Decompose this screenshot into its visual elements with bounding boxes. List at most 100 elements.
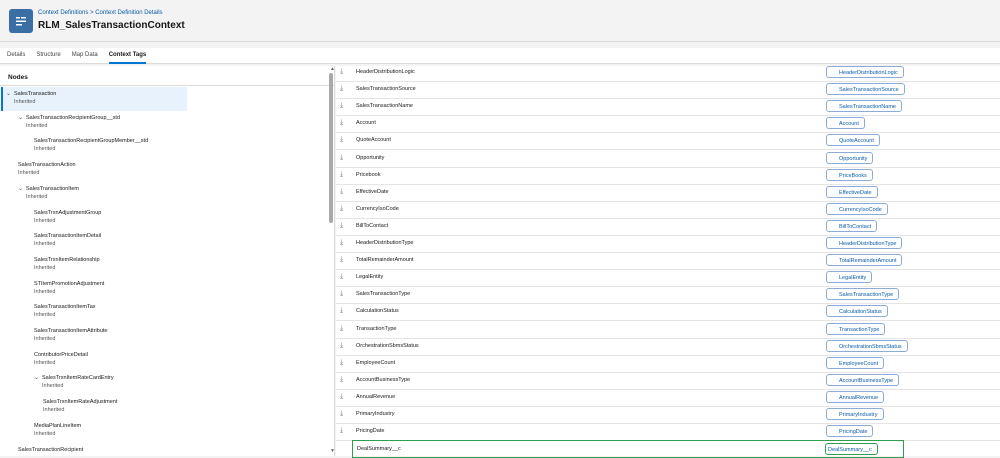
tree-node[interactable]: SalesTransactionRecipientGroupMember__st…	[34, 137, 148, 153]
tree-node[interactable]: ⌄ SalesTransactionItem Inherited	[18, 185, 79, 201]
context-tag-input[interactable]: PrimaryIndustry	[826, 408, 884, 420]
tag-row[interactable]: ⤓ OrchestrationSbmsStatus OrchestrationSbm…	[336, 338, 1000, 356]
context-tag-input[interactable]: OrchestrationSbmsStatus	[826, 339, 908, 352]
tree-node-sub: Inherited	[34, 264, 56, 271]
tree-node[interactable]: SalesTransactionRecipient	[18, 446, 83, 454]
context-tag-input[interactable]: HeaderDistributionType	[826, 237, 903, 249]
tag-row[interactable]: ⤓ CurrencyIsoCode CurrencyIsoCode	[336, 201, 1000, 219]
tree-node[interactable]: SalesTransactionAction Inherited	[18, 161, 76, 177]
tag-row[interactable]: ⤓ SalesTransactionSource SalesTransactionS…	[336, 81, 1000, 100]
context-tag-input[interactable]: DealSummary__c	[825, 443, 878, 456]
chevron-down-icon[interactable]: ⌄	[6, 90, 14, 98]
drag-handle-icon[interactable]: ⤓	[340, 307, 343, 315]
drag-handle-icon[interactable]: ⤓	[340, 410, 343, 418]
tag-row[interactable]: ⤓ AccountBusinessType AccountBusinessType	[336, 372, 1000, 390]
tag-row[interactable]: DealSummary__c DealSummary__c	[352, 440, 904, 458]
nodes-scrollbar-thumb[interactable]	[329, 73, 333, 223]
tag-row[interactable]: ⤓ Opportunity Opportunity	[336, 150, 1000, 168]
context-tag-input[interactable]: Account	[826, 117, 865, 130]
tag-row[interactable]: ⤓ Account Account	[336, 115, 1000, 134]
tree-node[interactable]: ⌄ SalesTransaction Inherited	[6, 90, 56, 106]
tree-node[interactable]: MediaPlanLineItem Inherited	[34, 422, 81, 438]
drag-handle-icon[interactable]: ⤓	[340, 239, 343, 247]
tab-map-data[interactable]: Map Data	[72, 48, 98, 64]
drag-handle-icon[interactable]: ⤓	[340, 171, 343, 179]
context-tag-input[interactable]: Opportunity	[826, 151, 874, 164]
context-tag-input[interactable]: SalesTransactionName	[826, 100, 902, 113]
tag-row[interactable]: ⤓ Pricebook PriceBooks	[336, 167, 1000, 185]
tab-details[interactable]: Details	[7, 48, 25, 64]
drag-handle-icon[interactable]: ⤓	[340, 290, 343, 298]
context-tag-input[interactable]: LegalEntity	[826, 271, 873, 284]
drag-handle-icon[interactable]: ⤓	[340, 85, 343, 93]
tree-node[interactable]: SalesTrxnAdjustmentGroup Inherited	[34, 209, 101, 225]
drag-handle-icon[interactable]: ⤓	[340, 222, 343, 230]
tag-row[interactable]: ⤓ SalesTransactionType SalesTransactionTyp…	[336, 286, 1000, 305]
tree-node[interactable]: ⌄ SalesTrxnItemRateCardEntry Inherited	[34, 374, 114, 390]
tag-row[interactable]: ⤓ PrimaryIndustry PrimaryIndustry	[336, 406, 1000, 424]
tree-node[interactable]: SalesTrxnItemRateAdjustment Inherited	[43, 398, 117, 414]
chevron-down-icon[interactable]: ⌄	[18, 185, 26, 193]
tag-row[interactable]: ⤓ HeaderDistributionLogic HeaderDistributi…	[336, 64, 1000, 82]
tree-node[interactable]: SalesTransactionItemDetail Inherited	[34, 232, 101, 248]
context-tag-input[interactable]: TotalRemainderAmount	[826, 254, 903, 267]
context-tag-input[interactable]: PricingDate	[826, 425, 874, 438]
context-tag-input[interactable]: PriceBooks	[826, 168, 873, 181]
tag-row[interactable]: ⤓ TotalRemainderAmount TotalRemainderAmoun…	[336, 252, 1000, 271]
breadcrumb[interactable]: Context Definitions > Context Definition…	[38, 10, 163, 16]
tag-row[interactable]: ⤓ PricingDate PricingDate	[336, 423, 1000, 442]
drag-handle-icon[interactable]: ⤓	[340, 359, 343, 367]
drag-handle-icon[interactable]: ⤓	[340, 154, 343, 162]
drag-handle-icon[interactable]: ⤓	[340, 325, 343, 333]
drag-handle-icon[interactable]: ⤓	[340, 256, 343, 264]
tag-row[interactable]: ⤓ CalculationStatus CalculationStatus	[336, 303, 1000, 322]
chevron-down-icon[interactable]: ⌄	[34, 374, 42, 382]
drag-handle-icon[interactable]: ⤓	[340, 427, 343, 435]
context-tag-input[interactable]: CalculationStatus	[826, 305, 888, 318]
context-tag-input[interactable]: AnnualRevenue	[826, 390, 885, 403]
tree-node[interactable]: ⌄ SalesTransactionRecipientGroup__std Inhe…	[18, 114, 120, 130]
context-tag-input[interactable]: BillToContact	[826, 219, 878, 232]
tree-node-sub: Inherited	[34, 288, 56, 295]
tag-row[interactable]: ⤓ HeaderDistributionType HeaderDistributio…	[336, 235, 1000, 253]
context-tag-input[interactable]: CurrencyIsoCode	[826, 202, 888, 215]
drag-handle-icon[interactable]: ⤓	[340, 376, 343, 384]
tree-node[interactable]: SalesTransactionItemAttribute Inherited	[34, 327, 107, 343]
tag-row[interactable]: ⤓ SalesTransactionName SalesTransactionNam…	[336, 98, 1000, 117]
tag-row[interactable]: ⤓ AnnualRevenue AnnualRevenue	[336, 389, 1000, 407]
drag-handle-icon[interactable]: ⤓	[340, 119, 343, 127]
scroll-up-icon[interactable]: ▲	[330, 66, 335, 72]
context-tag-input[interactable]: HeaderDistributionLogic	[826, 66, 904, 78]
context-tag-input[interactable]: QuoteAccount	[826, 134, 880, 147]
context-tag-input[interactable]: AccountBusinessType	[826, 373, 900, 386]
context-tag-input[interactable]: EffectiveDate	[826, 185, 878, 198]
context-tag-input[interactable]: SalesTransactionType	[826, 288, 900, 301]
scroll-down-icon[interactable]: ▼	[330, 448, 335, 454]
drag-handle-icon[interactable]: ⤓	[340, 393, 343, 401]
tree-node[interactable]: STItemPromotionAdjustment Inherited	[34, 280, 104, 296]
drag-handle-icon[interactable]: ⤓	[340, 205, 343, 213]
drag-handle-icon[interactable]: ⤓	[340, 273, 343, 281]
tag-row[interactable]: ⤓ LegalEntity LegalEntity	[336, 269, 1000, 288]
tab-context-tags[interactable]: Context Tags	[108, 48, 147, 64]
tag-row[interactable]: ⤓ EmployeeCount EmployeeCount	[336, 355, 1000, 373]
tree-node-sub: Inherited	[42, 383, 64, 390]
tree-node[interactable]: SalesTransactionItemTax Inherited	[34, 303, 96, 319]
context-tag-input[interactable]: SalesTransactionSource	[826, 83, 905, 96]
tab-structure[interactable]: Structure	[36, 48, 60, 64]
drag-handle-icon[interactable]: ⤓	[340, 102, 343, 110]
chevron-down-icon[interactable]: ⌄	[18, 114, 26, 122]
tag-row[interactable]: ⤓ BillToContact BillToContact	[336, 218, 1000, 236]
tree-node[interactable]: SalesTrxnItemRelationship Inherited	[34, 256, 100, 272]
context-tag-input[interactable]: EmployeeCount	[826, 356, 885, 369]
tag-row[interactable]: ⤓ QuoteAccount QuoteAccount	[336, 132, 1000, 151]
drag-handle-icon[interactable]: ⤓	[340, 188, 343, 196]
drag-handle-icon[interactable]: ⤓	[340, 342, 343, 350]
tag-row[interactable]: ⤓ TransactionType TransactionType	[336, 321, 1000, 339]
drag-handle-icon[interactable]: ⤓	[340, 136, 343, 144]
tree-node[interactable]: ContributorPriceDetail Inherited	[34, 351, 88, 367]
tag-row[interactable]: ⤓ EffectiveDate EffectiveDate	[336, 184, 1000, 202]
tree-node-sub: Inherited	[34, 217, 56, 224]
context-tag-input[interactable]: TransactionType	[826, 322, 886, 335]
drag-handle-icon[interactable]: ⤓	[340, 68, 343, 76]
